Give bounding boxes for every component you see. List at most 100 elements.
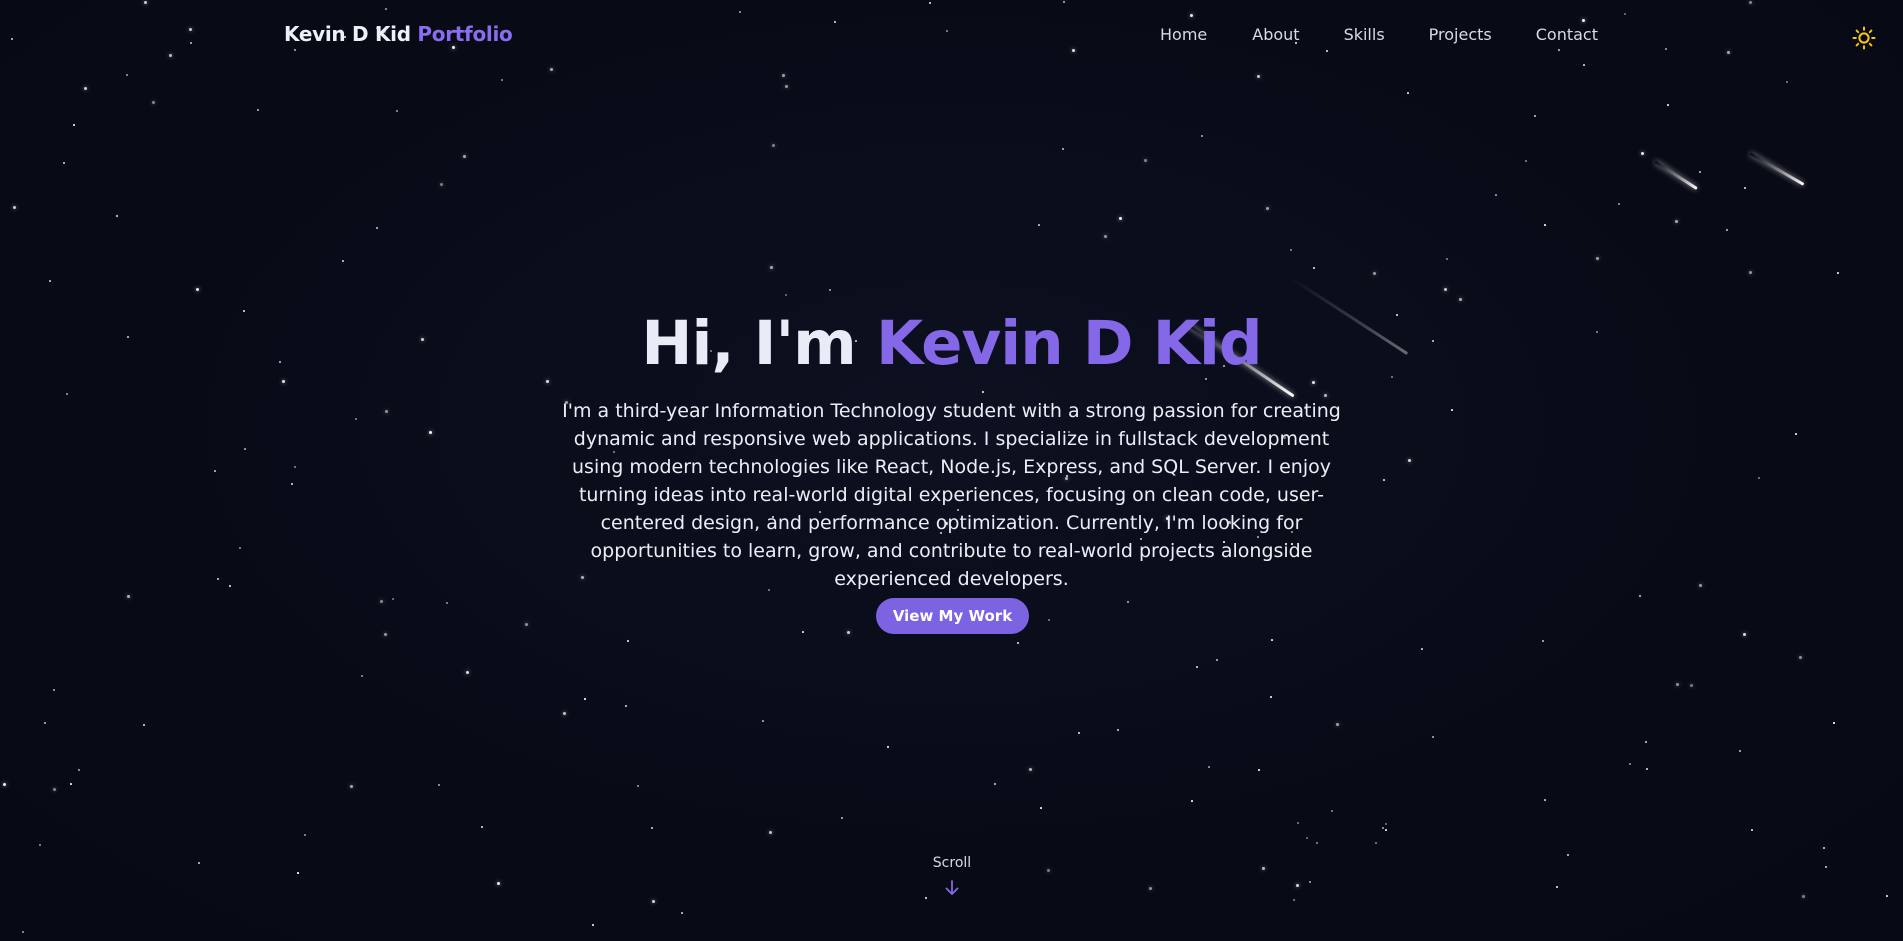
star [1373,272,1376,275]
star [152,101,155,104]
star [1583,64,1585,66]
star [1751,829,1753,831]
star [1544,799,1546,801]
star [1667,104,1669,106]
star [834,21,836,23]
star [392,598,394,600]
star [1795,433,1797,435]
brand-accent: Portfolio [417,22,513,46]
star [73,124,75,126]
brand-name: Kevin D Kid [284,22,411,46]
star [847,631,850,634]
star [257,109,259,111]
star [1582,19,1585,22]
site-logo[interactable]: Kevin D Kid Portfolio [284,22,513,46]
nav-link-home[interactable]: Home [1160,25,1207,44]
star [829,289,831,291]
hero-title: Hi, I'm Kevin D Kid [0,308,1903,379]
star [1190,14,1193,17]
star [1837,272,1839,274]
theme-toggle-button[interactable] [1851,25,1877,51]
star [1048,619,1050,621]
nav-link-about[interactable]: About [1252,25,1299,44]
star [1749,271,1752,274]
star [282,380,285,383]
shooting-star [1749,152,1805,186]
star [1825,866,1827,868]
star [385,8,387,10]
star [1191,800,1193,802]
star [229,585,231,587]
star [592,924,594,926]
star [1062,148,1064,150]
star [1266,207,1269,210]
star [1063,1,1065,3]
star [1293,899,1295,901]
star [385,410,388,413]
star [1336,723,1339,726]
star [466,671,469,674]
star [739,11,741,13]
star [982,391,984,393]
star [525,623,528,626]
star [304,834,306,836]
star [22,931,24,933]
star [1038,224,1040,226]
scroll-indicator[interactable]: Scroll [902,855,1002,897]
star [350,785,353,788]
star [196,288,199,291]
star [1556,886,1558,888]
star [627,640,629,642]
hero-page: Kevin D Kid Portfolio Home About Skills … [0,0,1903,941]
star [217,578,219,580]
nav-link-contact[interactable]: Contact [1536,25,1598,44]
star [1385,829,1387,831]
star [1421,648,1423,650]
star [1639,595,1641,597]
star [762,720,764,722]
nav-link-projects[interactable]: Projects [1429,25,1492,44]
star [440,183,443,186]
star [1739,750,1741,752]
scroll-label: Scroll [932,855,972,871]
view-my-work-button[interactable]: View My Work [876,598,1029,634]
star [198,862,200,864]
star [1072,49,1075,52]
star [1676,683,1679,686]
star [772,144,775,147]
star [294,466,296,468]
star [1104,235,1107,238]
star [1117,729,1119,731]
star [143,724,145,726]
star [1208,766,1210,768]
star [1216,659,1218,661]
star [1459,298,1462,301]
star [1641,152,1644,155]
hero-greeting: Hi, I'm [641,308,856,379]
sun-icon [1852,26,1876,50]
star [770,266,773,269]
main-nav: Home About Skills Projects Contact [1160,25,1598,44]
star [13,206,16,209]
star [1271,639,1273,641]
star [39,844,41,846]
star [429,431,432,434]
star [1758,477,1760,479]
star [1833,722,1835,724]
star [1446,258,1448,260]
star [1408,459,1411,462]
star [1257,75,1260,78]
star [652,900,655,903]
star [1309,881,1311,883]
star [1727,51,1730,54]
star [1665,48,1667,50]
star [44,722,46,724]
star [501,79,503,81]
star [380,600,383,603]
star [1385,823,1387,825]
star [1119,217,1122,220]
star [1306,837,1308,839]
star [3,783,6,786]
nav-link-skills[interactable]: Skills [1344,25,1385,44]
star [1444,288,1447,291]
